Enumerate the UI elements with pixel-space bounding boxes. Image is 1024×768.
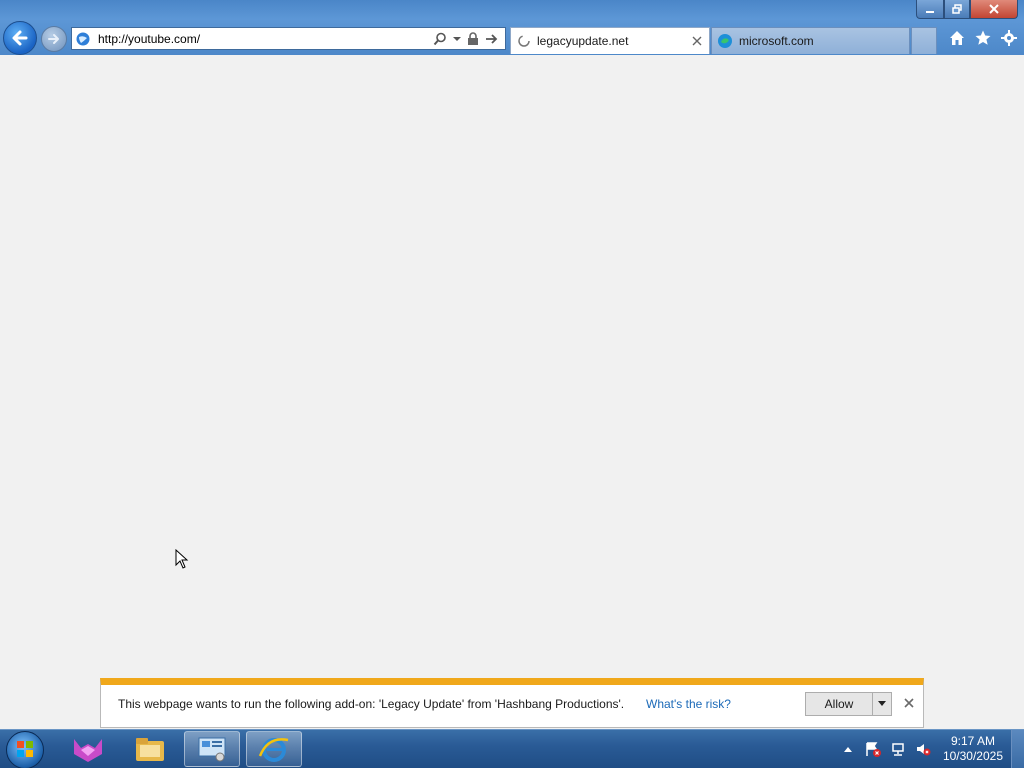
- back-arrow-icon: [12, 30, 28, 46]
- loading-spinner-icon: [518, 35, 530, 47]
- minimize-button[interactable]: [916, 0, 944, 19]
- address-url[interactable]: http://youtube.com/: [98, 32, 433, 46]
- favorites-button[interactable]: [974, 29, 992, 47]
- action-center-tray-button[interactable]: [864, 740, 882, 758]
- chevron-up-icon: [843, 747, 852, 752]
- show-hidden-icons-button[interactable]: [839, 740, 857, 758]
- flag-warning-icon: [866, 742, 881, 757]
- tab-legacyupdate[interactable]: legacyupdate.net: [510, 27, 710, 54]
- home-button[interactable]: [948, 29, 966, 47]
- whats-the-risk-link[interactable]: What's the risk?: [646, 697, 731, 711]
- notification-message: This webpage wants to run the following …: [118, 697, 625, 711]
- minimize-icon: [926, 11, 934, 13]
- allow-button[interactable]: Allow: [805, 692, 873, 716]
- network-icon: [892, 743, 904, 756]
- show-desktop-button[interactable]: [1011, 730, 1024, 768]
- close-window-button[interactable]: [970, 0, 1018, 19]
- new-tab-button[interactable]: [911, 27, 937, 54]
- close-icon: [904, 698, 914, 708]
- taskbar-app-explorer[interactable]: [122, 731, 178, 767]
- close-icon: [989, 4, 999, 14]
- tools-button[interactable]: [1000, 29, 1018, 47]
- volume-tray-button[interactable]: [914, 740, 932, 758]
- back-button[interactable]: [3, 21, 37, 55]
- volume-muted-icon: [916, 744, 931, 756]
- browser-toolbar: http://youtube.com/ legacyupdate.net mic…: [0, 0, 1024, 55]
- taskbar-app-control-panel[interactable]: [184, 731, 240, 767]
- forward-arrow-icon: [48, 34, 59, 44]
- addon-notification-bar: This webpage wants to run the following …: [100, 678, 924, 728]
- desktop-screen: http://youtube.com/ legacyupdate.net mic…: [0, 0, 1024, 768]
- restore-button[interactable]: [944, 0, 970, 19]
- allow-options-dropdown[interactable]: [872, 692, 892, 716]
- page-globe-icon: [76, 32, 90, 45]
- lock-icon[interactable]: [467, 31, 479, 46]
- page-content-area[interactable]: [0, 55, 1024, 729]
- tools-gear-icon: [1001, 30, 1017, 46]
- chevron-down-icon[interactable]: [453, 32, 461, 46]
- control-panel-icon: [198, 737, 226, 762]
- notification-close-button[interactable]: [902, 696, 916, 710]
- restore-icon: [952, 4, 962, 14]
- chevron-down-icon: [878, 701, 886, 706]
- taskbar: 9:17 AM 10/30/2025: [0, 729, 1024, 768]
- address-bar[interactable]: http://youtube.com/: [71, 27, 506, 50]
- tab-label: microsoft.com: [739, 34, 814, 48]
- purple-fox-app-icon: [74, 739, 102, 762]
- internet-explorer-icon: [258, 738, 289, 762]
- mouse-pointer-icon: [175, 549, 189, 569]
- start-button[interactable]: [6, 731, 44, 768]
- edge-icon: [718, 34, 732, 48]
- taskbar-app-fox[interactable]: [60, 731, 116, 767]
- taskbar-clock[interactable]: 9:17 AM 10/30/2025: [943, 734, 1003, 764]
- search-icon[interactable]: [433, 32, 447, 46]
- close-icon: [692, 36, 702, 46]
- tab-microsoft[interactable]: microsoft.com: [711, 27, 910, 54]
- browser-command-icons: [948, 29, 1018, 47]
- clock-date: 10/30/2025: [942, 749, 1003, 763]
- network-tray-button[interactable]: [889, 740, 907, 758]
- windows-logo-icon: [17, 741, 33, 757]
- tab-close-button[interactable]: [689, 33, 705, 49]
- system-tray: 9:17 AM 10/30/2025: [839, 730, 1024, 768]
- forward-button[interactable]: [41, 26, 67, 52]
- home-icon: [950, 31, 964, 45]
- taskbar-app-internet-explorer[interactable]: [246, 731, 302, 767]
- clock-time: 9:17 AM: [950, 734, 995, 748]
- favorites-star-icon: [975, 30, 991, 45]
- window-caption-buttons: [916, 0, 1018, 20]
- tab-label: legacyupdate.net: [537, 34, 629, 48]
- file-explorer-icon: [136, 738, 164, 761]
- go-arrow-icon[interactable]: [485, 32, 499, 46]
